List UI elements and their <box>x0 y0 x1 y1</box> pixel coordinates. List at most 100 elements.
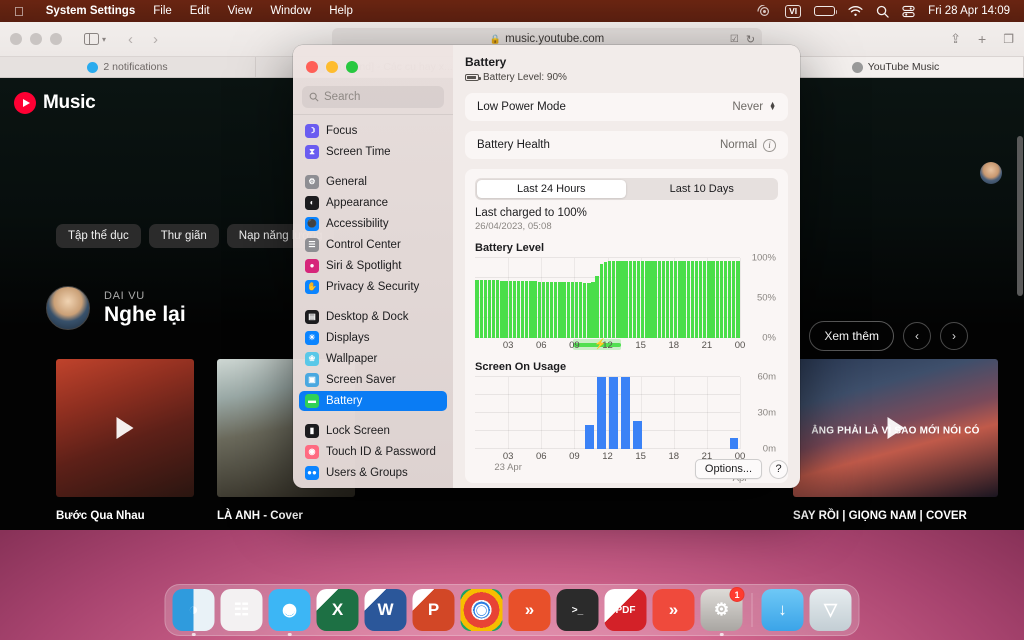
safari-sidebar-button[interactable]: ▾ <box>84 33 106 45</box>
safari-tab-title: YouTube Music <box>868 61 940 73</box>
card-thumbnail[interactable]: ẲNG PHẢI LÀ VÌ SAO MỚI NÓI CÓ <box>793 359 998 497</box>
sidebar-item-siri-spotlight[interactable]: ●Siri & Spotlight <box>299 256 447 276</box>
low-power-label: Low Power Mode <box>477 101 566 113</box>
control-center-icon[interactable] <box>902 5 915 18</box>
chevron-right-icon[interactable]: › <box>940 322 968 350</box>
dock-item-launchpad[interactable]: ☷ <box>221 589 263 631</box>
dock-item-chrome[interactable]: ◉ <box>461 589 503 631</box>
sidebar-item-control-center[interactable]: ☰Control Center <box>299 235 447 255</box>
dock-item-pdf-reader[interactable]: PDF <box>605 589 647 631</box>
menu-item-edit[interactable]: Edit <box>181 5 219 17</box>
dock-item-excel[interactable]: X <box>317 589 359 631</box>
chart-bar <box>641 261 644 338</box>
tab-overview-icon[interactable]: ❐ <box>1003 32 1014 46</box>
safari-traffic-lights[interactable] <box>10 33 62 45</box>
sidebar-item-screen-time[interactable]: ⧗Screen Time <box>299 142 447 162</box>
dock-item-terminal[interactable]: >_ <box>557 589 599 631</box>
help-button[interactable]: ? <box>769 460 788 479</box>
sidebar-item-lock-screen[interactable]: ▮Lock Screen <box>299 421 447 441</box>
wifi-icon[interactable] <box>848 6 863 17</box>
low-power-value[interactable]: Never ▲▼ <box>732 101 776 113</box>
sidebar-item-appearance[interactable]: ◐Appearance <box>299 193 447 213</box>
chart-bar <box>533 281 536 338</box>
telegram-icon <box>87 62 98 73</box>
avatar[interactable] <box>980 162 1002 184</box>
settings-close-button[interactable] <box>306 61 318 73</box>
sidebar-item-accessibility[interactable]: ⚫Accessibility <box>299 214 447 234</box>
sidebar-item-touch-id-password[interactable]: ◉Touch ID & Password <box>299 442 447 462</box>
back-arrow-icon[interactable]: ‹ <box>128 31 133 48</box>
sidebar-group-separator <box>299 484 447 488</box>
see-more-button[interactable]: Xem thêm <box>809 321 894 351</box>
menu-item-app[interactable]: System Settings <box>37 5 144 17</box>
extension-icon[interactable]: ☑ <box>730 34 739 45</box>
sidebar-item-focus[interactable]: ☽Focus <box>299 121 447 141</box>
safari-close-button[interactable] <box>10 33 22 45</box>
dock-item-finder[interactable]: ◑ <box>173 589 215 631</box>
chart-bar <box>567 282 570 338</box>
dock-item-downloads[interactable]: ↓ <box>762 589 804 631</box>
search-input[interactable]: Search <box>302 86 444 108</box>
page-scrollbar[interactable] <box>1017 136 1023 296</box>
chart-bar <box>653 261 656 338</box>
sidebar-item-battery[interactable]: ▬Battery <box>299 391 447 411</box>
menu-item-view[interactable]: View <box>219 5 262 17</box>
dock-item-word[interactable]: W <box>365 589 407 631</box>
battery-icon[interactable] <box>814 6 835 16</box>
list-item[interactable]: Bước Qua Nhau Bài hát · Vũ <box>56 359 194 530</box>
dock-item-safari[interactable]: ◎ <box>269 589 311 631</box>
safari-tab[interactable]: 2 notifications <box>0 57 256 77</box>
sidebar-item-label: Displays <box>326 332 369 344</box>
low-power-row[interactable]: Low Power Mode Never ▲▼ <box>465 93 788 121</box>
list-item[interactable]: ẲNG PHẢI LÀ VÌ SAO MỚI NÓI CÓ SAY RỒI | … <box>793 359 931 530</box>
chevron-left-icon[interactable]: ‹ <box>903 322 931 350</box>
sidebar-item-users-groups[interactable]: ●●Users & Groups <box>299 463 447 483</box>
menu-item-window[interactable]: Window <box>261 5 320 17</box>
x-axis-tick: 12 <box>602 340 613 351</box>
wallpaper-icon: ❀ <box>305 352 319 366</box>
sidebar-item-privacy-security[interactable]: ✋Privacy & Security <box>299 277 447 297</box>
plus-icon[interactable]: + <box>978 31 986 47</box>
tab-last-10-days[interactable]: Last 10 Days <box>628 180 777 198</box>
battery-health-row[interactable]: Battery Health Normal i <box>465 131 788 159</box>
menu-item-help[interactable]: Help <box>320 5 362 17</box>
settings-traffic-lights[interactable] <box>293 53 453 73</box>
safari-minimize-button[interactable] <box>30 33 42 45</box>
chart-bar <box>691 261 694 338</box>
menu-item-file[interactable]: File <box>144 5 181 17</box>
dock-item-anydesk[interactable]: » <box>653 589 695 631</box>
chart-bars <box>475 377 740 449</box>
dock-item-remote-desktop[interactable]: » <box>509 589 551 631</box>
dock-item-powerpoint[interactable]: P <box>413 589 455 631</box>
tab-last-24-hours[interactable]: Last 24 Hours <box>477 180 626 198</box>
safari-zoom-button[interactable] <box>50 33 62 45</box>
sidebar-item-desktop-dock[interactable]: ▤Desktop & Dock <box>299 307 447 327</box>
menu-bar-clock[interactable]: Fri 28 Apr 14:09 <box>928 5 1010 17</box>
sidebar-item-general[interactable]: ⚙General <box>299 172 447 192</box>
apple-icon[interactable]:  <box>14 5 24 18</box>
mood-chip[interactable]: Thư giãn <box>149 224 219 248</box>
sidebar-item-screen-saver[interactable]: ▣Screen Saver <box>299 370 447 390</box>
search-icon[interactable] <box>876 5 889 18</box>
safari-tab-active[interactable]: YouTube Music <box>768 57 1024 77</box>
options-button[interactable]: Options... <box>695 459 762 479</box>
page-title: Nghe lại <box>104 303 186 327</box>
card-thumbnail[interactable] <box>56 359 194 497</box>
sidebar-item-displays[interactable]: ☀Displays <box>299 328 447 348</box>
info-icon[interactable]: i <box>763 139 776 152</box>
sidebar-item-wallpaper[interactable]: ❀ Wallpaper <box>299 349 447 369</box>
x-axis-tick: 18 <box>668 451 679 462</box>
share-icon[interactable]: ⇪ <box>950 31 961 47</box>
settings-minimize-button[interactable] <box>326 61 338 73</box>
sidebar-item-label: Screen Time <box>326 146 391 158</box>
mood-chip[interactable]: Tập thể dục <box>56 224 141 248</box>
input-source-indicator[interactable]: VI <box>785 5 801 18</box>
sidebar-item-label: Wallpaper <box>326 353 377 365</box>
reload-icon[interactable]: ↻ <box>746 33 755 46</box>
screenshot-icon[interactable] <box>757 5 772 18</box>
dock-item-system-settings[interactable]: ⚙1 <box>701 589 743 631</box>
sidebar-group-separator <box>299 298 447 307</box>
ytm-brand[interactable]: Music <box>14 92 95 114</box>
dock-item-trash[interactable]: ▽ <box>810 589 852 631</box>
settings-zoom-button[interactable] <box>346 61 358 73</box>
